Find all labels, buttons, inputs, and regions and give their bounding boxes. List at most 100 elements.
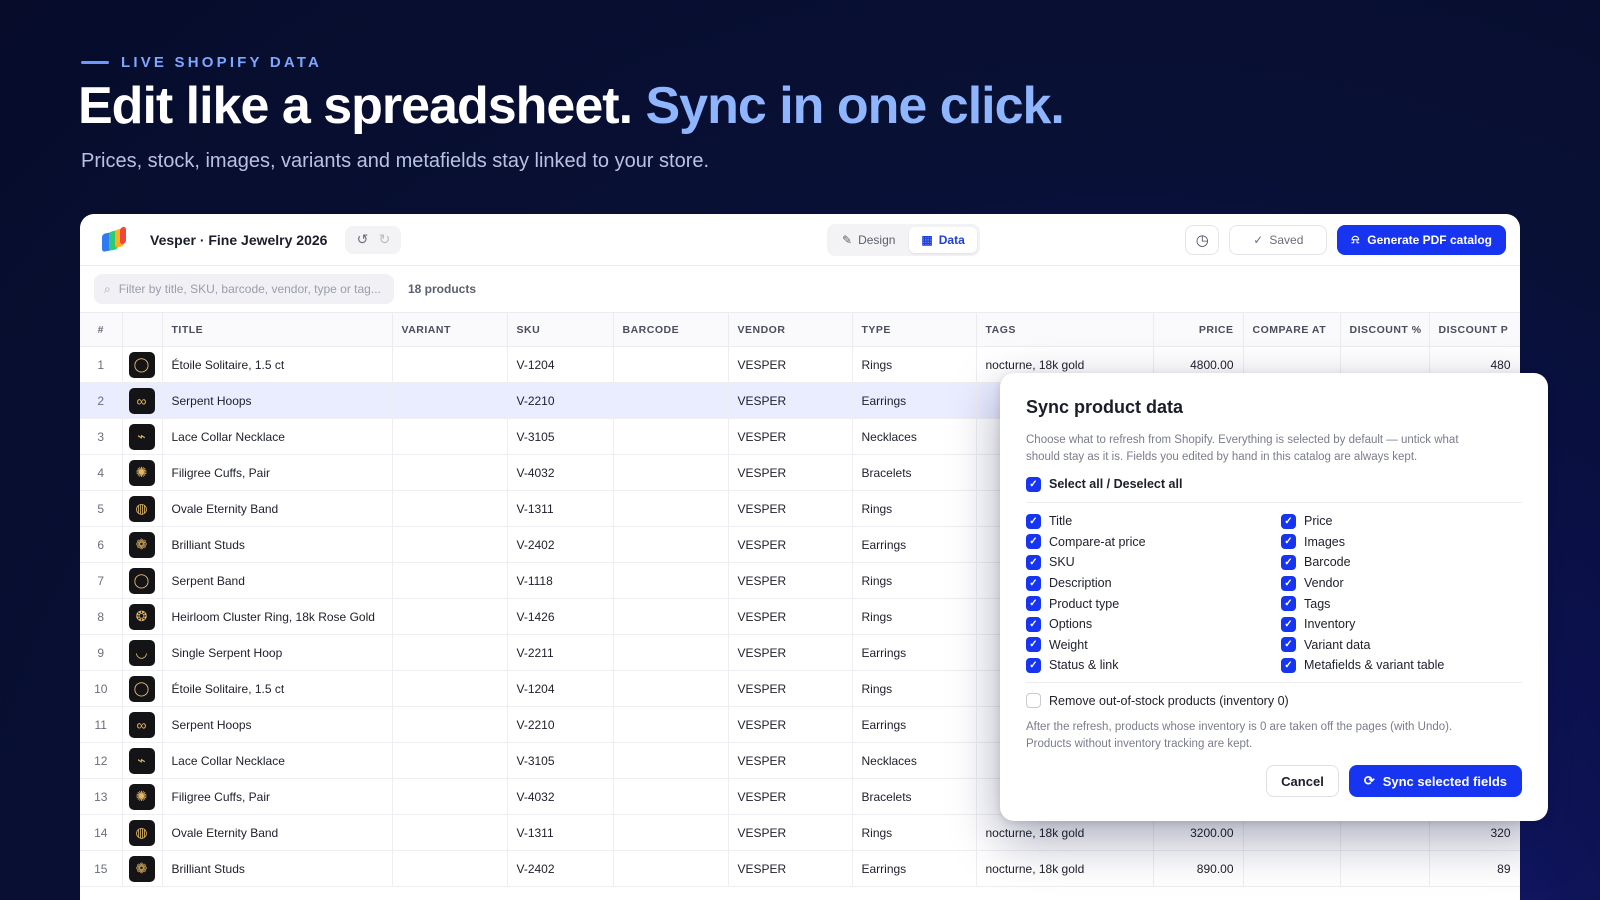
cell-sku[interactable]: V-2210 bbox=[507, 382, 614, 419]
column-header[interactable]: PRICE bbox=[1153, 312, 1244, 347]
cell-type[interactable]: Bracelets bbox=[852, 454, 977, 491]
cell-vendor[interactable]: VESPER bbox=[728, 670, 853, 707]
cell-vendor[interactable]: VESPER bbox=[728, 742, 853, 779]
cell-sku[interactable]: V-1204 bbox=[507, 670, 614, 707]
cell-vendor[interactable]: VESPER bbox=[728, 598, 853, 635]
cell-empty[interactable] bbox=[392, 490, 508, 527]
cell-type[interactable]: Earrings bbox=[852, 382, 977, 419]
cell-n[interactable]: 3 bbox=[80, 418, 123, 455]
cell-n[interactable]: 10 bbox=[80, 670, 123, 707]
product-thumbnail-cell[interactable]: ∞ bbox=[122, 382, 163, 419]
cell-vendor[interactable]: VESPER bbox=[728, 778, 853, 815]
cell-empty[interactable] bbox=[392, 670, 508, 707]
cell-title[interactable]: Serpent Hoops bbox=[162, 706, 393, 743]
cell-title[interactable]: Heirloom Cluster Ring, 18k Rose Gold bbox=[162, 598, 393, 635]
product-thumbnail-cell[interactable]: ◍ bbox=[122, 814, 163, 851]
cell-empty[interactable] bbox=[1340, 850, 1430, 887]
cell-type[interactable]: Necklaces bbox=[852, 742, 977, 779]
cell-vendor[interactable]: VESPER bbox=[728, 346, 853, 383]
cell-empty[interactable] bbox=[613, 634, 729, 671]
cell-sku[interactable]: V-1426 bbox=[507, 598, 614, 635]
cell-vendor[interactable]: VESPER bbox=[728, 526, 853, 563]
cell-n[interactable]: 8 bbox=[80, 598, 123, 635]
cell-title[interactable]: Ovale Eternity Band bbox=[162, 814, 393, 851]
cell-empty[interactable] bbox=[1243, 850, 1341, 887]
product-thumbnail-cell[interactable]: ❁ bbox=[122, 526, 163, 563]
cell-sku[interactable]: V-4032 bbox=[507, 454, 614, 491]
table-row[interactable]: 15 ❁ Brilliant Studs V-2402 VESPER Earrings no… bbox=[80, 850, 1520, 887]
cell-type[interactable]: Rings bbox=[852, 562, 977, 599]
saved-status-button[interactable]: ✓ Saved bbox=[1229, 224, 1328, 255]
cell-type[interactable]: Earrings bbox=[852, 850, 977, 887]
product-thumbnail-cell[interactable]: ◯ bbox=[122, 670, 163, 707]
cell-empty[interactable] bbox=[613, 382, 729, 419]
cell-type[interactable]: Earrings bbox=[852, 706, 977, 743]
cell-title[interactable]: Lace Collar Necklace bbox=[162, 418, 393, 455]
cell-empty[interactable] bbox=[613, 490, 729, 527]
sync-selected-button[interactable]: ⟳ Sync selected fields bbox=[1348, 765, 1522, 797]
cell-disc_p[interactable]: 89 bbox=[1429, 850, 1520, 887]
product-thumbnail-cell[interactable]: ⌁ bbox=[122, 742, 163, 779]
cell-vendor[interactable]: VESPER bbox=[728, 814, 853, 851]
cell-vendor[interactable]: VESPER bbox=[728, 490, 853, 527]
column-header[interactable]: # bbox=[80, 312, 123, 347]
column-header[interactable]: BARCODE bbox=[613, 312, 729, 347]
cell-empty[interactable] bbox=[613, 454, 729, 491]
search-input[interactable] bbox=[118, 282, 384, 296]
field-checkbox[interactable]: ✓ Tags bbox=[1281, 593, 1511, 614]
cell-empty[interactable] bbox=[392, 814, 508, 851]
column-header[interactable]: COMPARE AT bbox=[1243, 312, 1341, 347]
cancel-button[interactable]: Cancel bbox=[1266, 765, 1339, 797]
cell-vendor[interactable]: VESPER bbox=[728, 454, 853, 491]
cell-empty[interactable] bbox=[613, 706, 729, 743]
cell-empty[interactable] bbox=[613, 346, 729, 383]
cell-vendor[interactable]: VESPER bbox=[728, 562, 853, 599]
cell-empty[interactable] bbox=[392, 778, 508, 815]
cell-n[interactable]: 6 bbox=[80, 526, 123, 563]
cell-vendor[interactable]: VESPER bbox=[728, 634, 853, 671]
product-thumbnail-cell[interactable]: ❁ bbox=[122, 850, 163, 887]
cell-empty[interactable] bbox=[613, 778, 729, 815]
product-thumbnail-cell[interactable]: ⌁ bbox=[122, 418, 163, 455]
undo-icon[interactable]: ↺ bbox=[353, 231, 371, 249]
cell-title[interactable]: Étoile Solitaire, 1.5 ct bbox=[162, 670, 393, 707]
cell-sku[interactable]: V-3105 bbox=[507, 418, 614, 455]
product-thumbnail-cell[interactable]: ∞ bbox=[122, 706, 163, 743]
cell-empty[interactable] bbox=[613, 814, 729, 851]
cell-empty[interactable] bbox=[613, 670, 729, 707]
field-checkbox[interactable]: ✓ Price bbox=[1281, 511, 1511, 532]
cell-n[interactable]: 11 bbox=[80, 706, 123, 743]
history-button[interactable]: ◷ bbox=[1185, 224, 1220, 255]
cell-type[interactable]: Rings bbox=[852, 490, 977, 527]
cell-n[interactable]: 7 bbox=[80, 562, 123, 599]
field-checkbox[interactable]: ✓ Title bbox=[1026, 511, 1281, 532]
column-header[interactable]: TITLE bbox=[162, 312, 393, 347]
cell-empty[interactable] bbox=[392, 742, 508, 779]
cell-sku[interactable]: V-1311 bbox=[507, 814, 614, 851]
cell-empty[interactable] bbox=[613, 562, 729, 599]
cell-empty[interactable] bbox=[613, 598, 729, 635]
cell-sku[interactable]: V-1118 bbox=[507, 562, 614, 599]
cell-empty[interactable] bbox=[392, 598, 508, 635]
product-thumbnail-cell[interactable]: ✺ bbox=[122, 778, 163, 815]
field-checkbox[interactable]: ✓ Barcode bbox=[1281, 552, 1511, 573]
field-checkbox[interactable]: ✓ Status & link bbox=[1026, 655, 1281, 676]
cell-title[interactable]: Single Serpent Hoop bbox=[162, 634, 393, 671]
cell-empty[interactable] bbox=[392, 526, 508, 563]
cell-title[interactable]: Brilliant Studs bbox=[162, 850, 393, 887]
cell-title[interactable]: Filigree Cuffs, Pair bbox=[162, 454, 393, 491]
cell-tags[interactable]: nocturne, 18k gold bbox=[976, 850, 1154, 887]
cell-empty[interactable] bbox=[392, 850, 508, 887]
cell-title[interactable]: Serpent Band bbox=[162, 562, 393, 599]
cell-empty[interactable] bbox=[392, 418, 508, 455]
select-all-checkbox[interactable]: ✓ Select all / Deselect all bbox=[1026, 474, 1522, 494]
column-header[interactable]: TYPE bbox=[852, 312, 977, 347]
field-checkbox[interactable]: ✓ Inventory bbox=[1281, 614, 1511, 635]
field-checkbox[interactable]: ✓ Variant data bbox=[1281, 635, 1511, 656]
cell-empty[interactable] bbox=[613, 418, 729, 455]
cell-empty[interactable] bbox=[392, 634, 508, 671]
cell-type[interactable]: Necklaces bbox=[852, 418, 977, 455]
field-checkbox[interactable]: ✓ Weight bbox=[1026, 635, 1281, 656]
cell-n[interactable]: 12 bbox=[80, 742, 123, 779]
cell-sku[interactable]: V-2402 bbox=[507, 526, 614, 563]
